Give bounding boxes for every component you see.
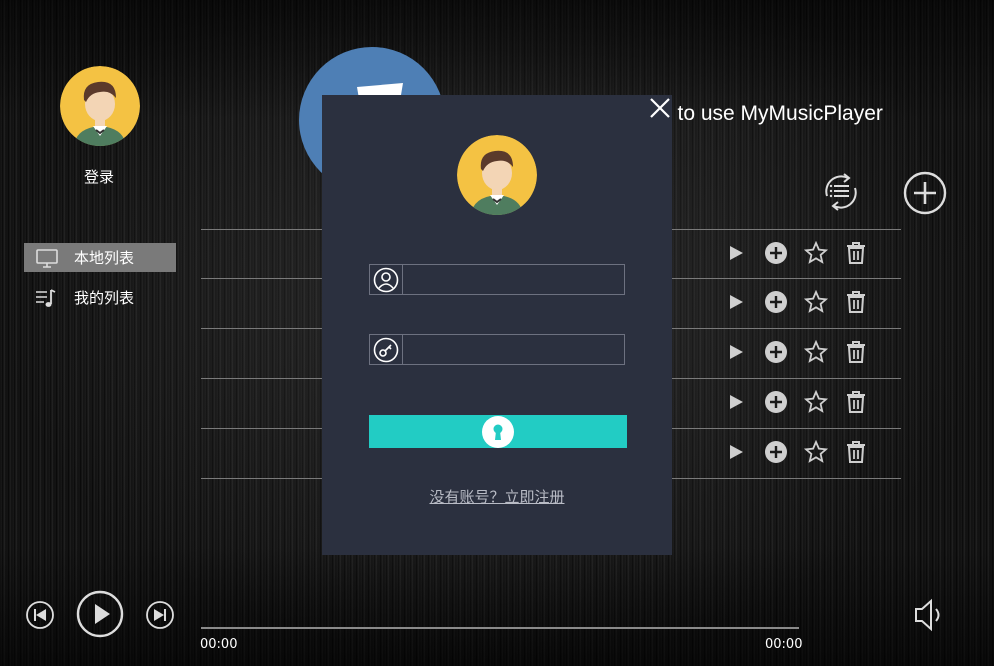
username-input[interactable] [403,265,623,294]
progress-track[interactable] [201,627,799,629]
loop-mode-button[interactable] [818,170,864,214]
playlist-music-icon [34,287,60,309]
close-button[interactable] [648,96,672,120]
add-list-button[interactable] [902,170,948,216]
login-submit-button[interactable] [369,415,627,448]
play-icon [727,343,745,361]
volume-icon [915,598,940,632]
add-to-list-button[interactable] [756,287,796,317]
star-icon [804,340,828,364]
sidebar-item-label: 我的列表 [74,289,135,307]
play-icon [727,393,745,411]
favorite-button[interactable] [796,287,836,317]
user-icon [370,265,403,294]
previous-button[interactable] [25,600,55,630]
loop-list-icon [825,173,857,211]
star-icon [804,440,828,464]
register-link[interactable]: 没有账号？立即注册 [322,486,672,507]
delete-song-button[interactable] [836,387,876,417]
song-row-actions [716,287,876,317]
sidebar-item-label: 本地列表 [74,249,135,267]
trash-icon [845,440,867,464]
delete-song-button[interactable] [836,287,876,317]
username-field [369,264,625,295]
add-to-list-button[interactable] [756,387,796,417]
total-time: 00:00 [765,637,803,652]
trash-icon [845,241,867,265]
play-song-button[interactable] [716,287,756,317]
add-circle-icon [903,171,947,215]
password-field [369,334,625,365]
password-input[interactable] [403,335,623,364]
favorite-button[interactable] [796,238,836,268]
play-song-button[interactable] [716,387,756,417]
add-to-list-button[interactable] [756,437,796,467]
add-icon [764,340,788,364]
trash-icon [845,390,867,414]
welcome-text: e to use MyMusicPlayer [660,102,883,125]
add-to-list-button[interactable] [756,337,796,367]
keyhole-icon [482,415,514,448]
sidebar-item-local-list[interactable]: 本地列表 [24,243,176,272]
play-icon [727,244,745,262]
play-icon [727,293,745,311]
volume-button[interactable] [912,598,944,632]
trash-icon [845,340,867,364]
trash-icon [845,290,867,314]
login-dialog: 没有账号？立即注册 [322,95,672,555]
monitor-icon [34,248,60,268]
user-avatar-icon [457,135,537,215]
song-row-actions [716,437,876,467]
key-icon [370,335,403,364]
delete-song-button[interactable] [836,437,876,467]
add-icon [764,440,788,464]
star-icon [804,241,828,265]
play-song-button[interactable] [716,238,756,268]
add-icon [764,290,788,314]
next-button[interactable] [145,600,175,630]
play-icon [76,590,124,638]
favorite-button[interactable] [796,337,836,367]
close-icon [650,98,670,118]
add-to-list-button[interactable] [756,238,796,268]
login-avatar [457,135,537,215]
play-song-button[interactable] [716,337,756,367]
skip-previous-icon [26,601,54,629]
play-song-button[interactable] [716,437,756,467]
star-icon [804,390,828,414]
add-icon [764,390,788,414]
login-label[interactable]: 登录 [84,166,114,187]
user-avatar-icon [60,66,140,146]
favorite-button[interactable] [796,437,836,467]
delete-song-button[interactable] [836,238,876,268]
skip-next-icon [146,601,174,629]
sidebar-item-my-list[interactable]: 我的列表 [24,283,176,312]
song-row-actions [716,387,876,417]
favorite-button[interactable] [796,387,836,417]
star-icon [804,290,828,314]
current-time: 00:00 [200,637,238,652]
user-avatar[interactable] [60,66,140,146]
play-icon [727,443,745,461]
play-pause-button[interactable] [76,590,124,638]
song-row-actions [716,238,876,268]
delete-song-button[interactable] [836,337,876,367]
add-icon [764,241,788,265]
song-row-actions [716,337,876,367]
